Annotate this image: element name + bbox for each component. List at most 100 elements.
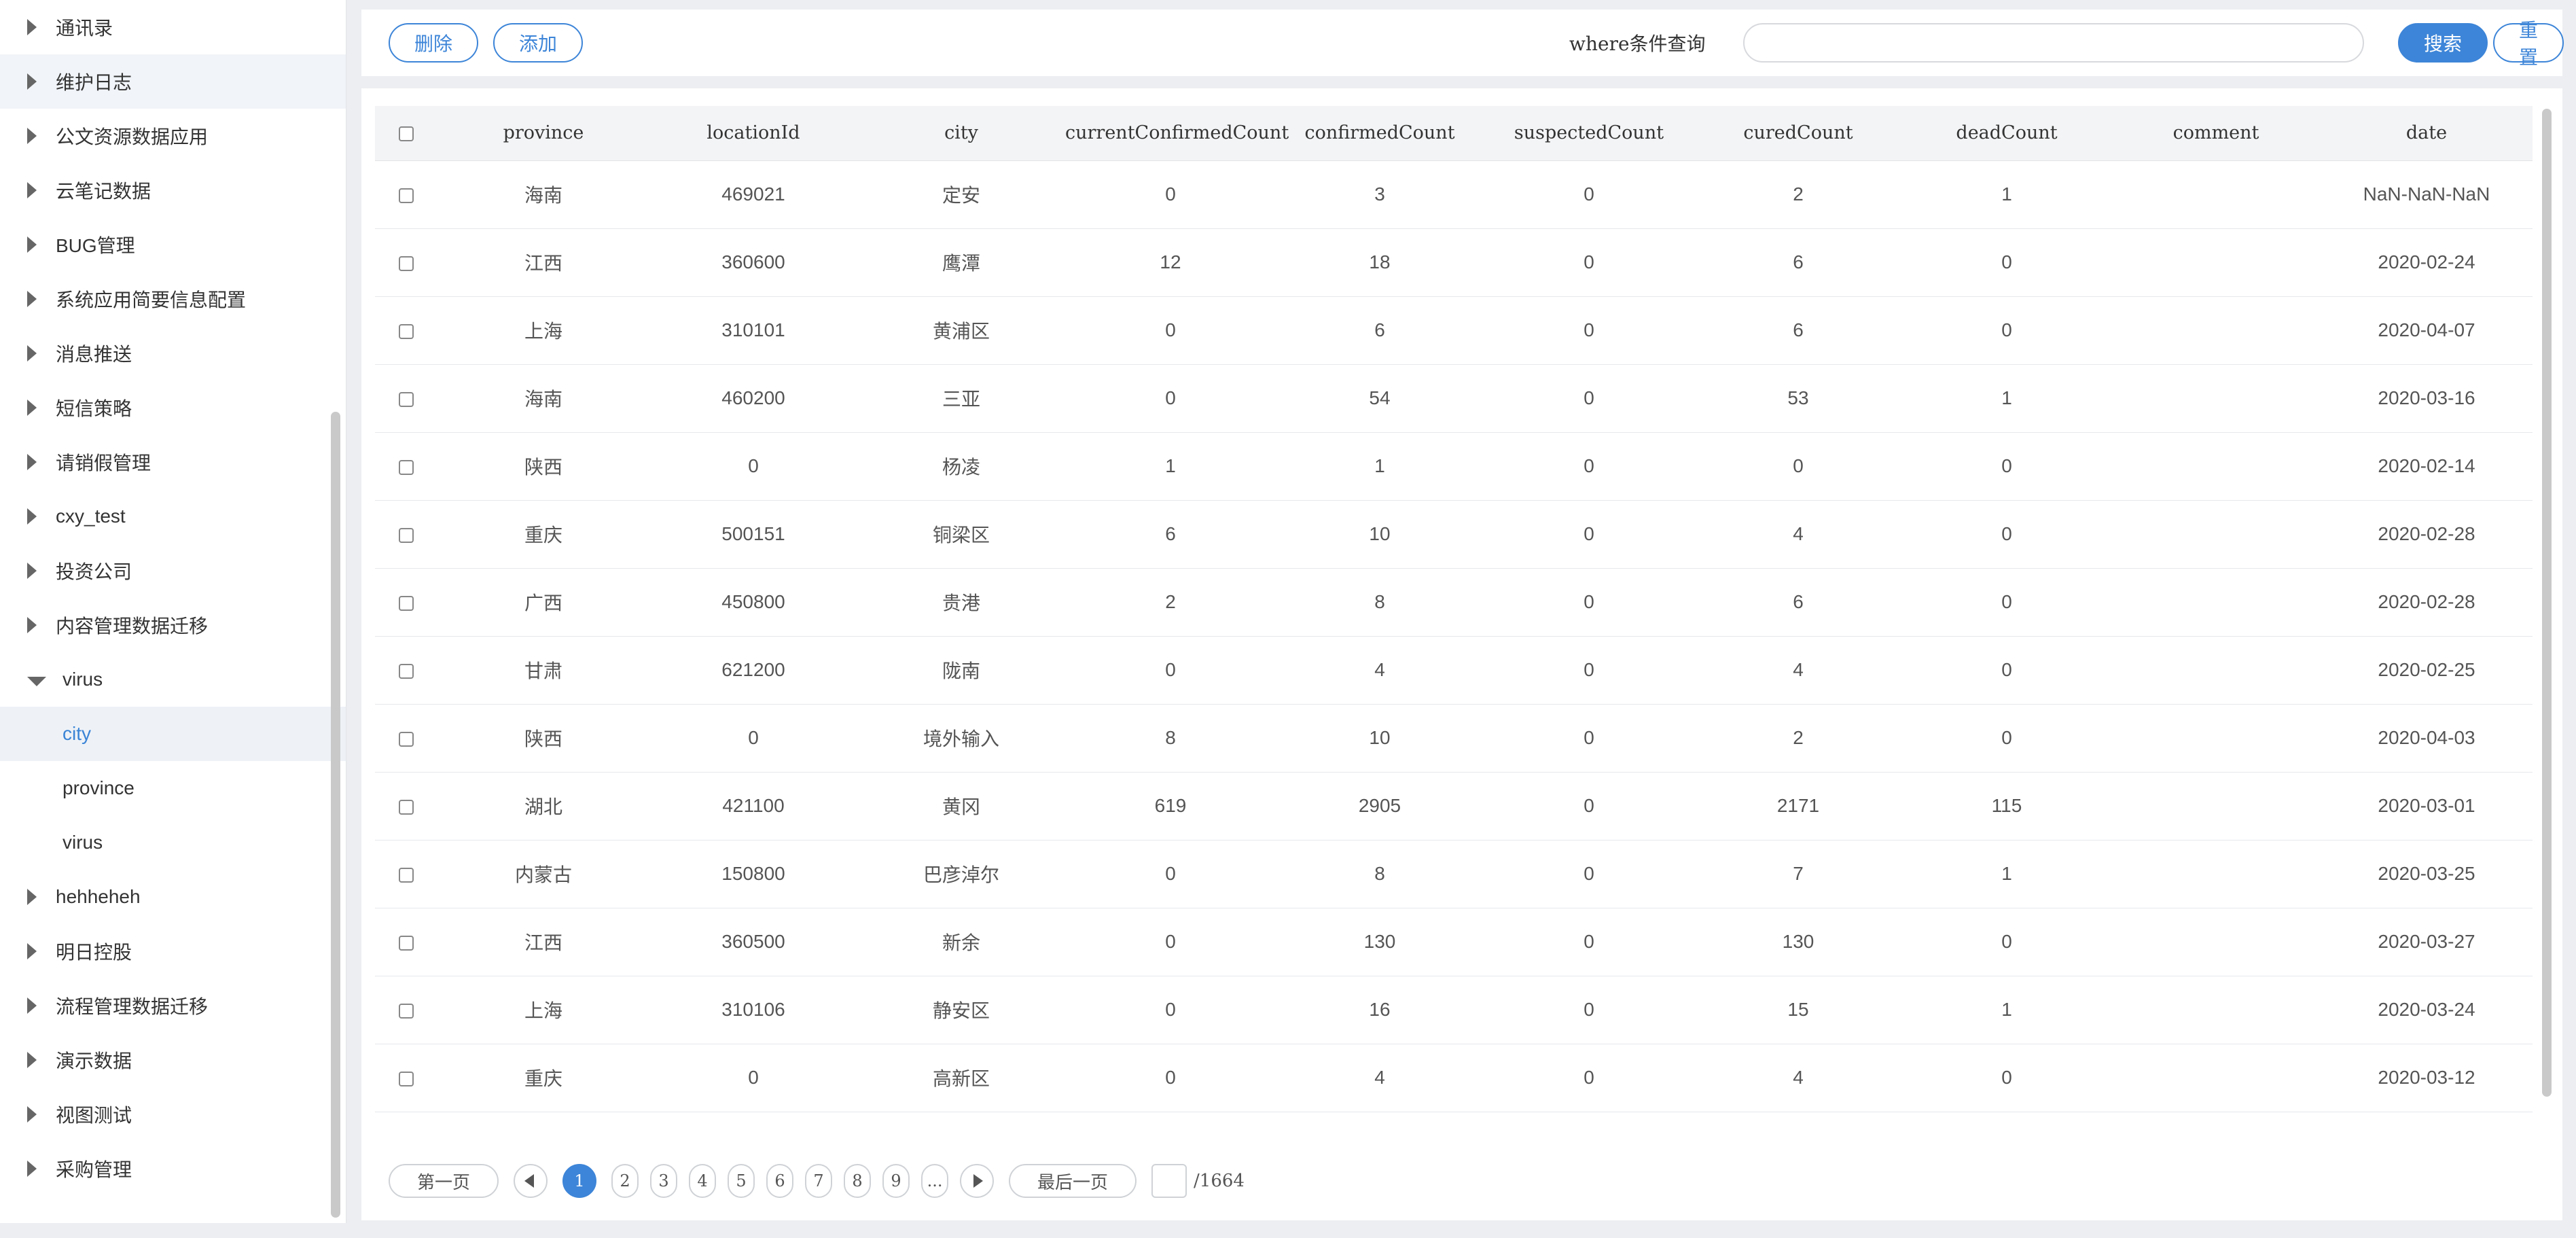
- table-row[interactable]: [375, 1112, 2533, 1137]
- table-row[interactable]: 内蒙古 150800 巴彦淖尔 0 8 0 7 1 2020-03-25: [375, 840, 2533, 908]
- row-checkbox[interactable]: [399, 391, 414, 407]
- caret-right-icon[interactable]: [27, 997, 37, 1014]
- sidebar-item[interactable]: 投资公司: [0, 544, 346, 598]
- caret-right-icon[interactable]: [27, 400, 37, 416]
- table-row[interactable]: 湖北 421100 黄冈 619 2905 0 2171 115 2020-03-01: [375, 772, 2533, 841]
- sidebar-item[interactable]: 流程管理数据迁移: [0, 978, 346, 1033]
- table-row[interactable]: 广西 450800 贵港 2 8 0 6 0 2020-02-28: [375, 568, 2533, 637]
- prev-page-button[interactable]: [514, 1164, 548, 1198]
- sidebar-item[interactable]: 通讯录: [0, 0, 346, 54]
- row-checkbox[interactable]: [399, 799, 414, 815]
- row-checkbox[interactable]: [399, 867, 414, 883]
- table-row[interactable]: 重庆 500151 铜梁区 6 10 0 4 0 2020-02-28: [375, 500, 2533, 569]
- table-row[interactable]: 上海 310101 黄浦区 0 6 0 6 0 2020-04-07: [375, 296, 2533, 365]
- reset-button[interactable]: 重置: [2493, 19, 2564, 69]
- row-checkbox[interactable]: [399, 255, 414, 271]
- caret-right-icon[interactable]: [27, 454, 37, 470]
- row-checkbox[interactable]: [399, 1071, 414, 1086]
- add-button[interactable]: 添加: [493, 23, 584, 63]
- row-checkbox[interactable]: [399, 527, 414, 543]
- row-checkbox[interactable]: [399, 188, 414, 203]
- table-row[interactable]: 上海 310106 静安区 0 16 0 15 1 2020-03-24: [375, 976, 2533, 1044]
- sidebar-item[interactable]: virus: [0, 652, 346, 707]
- caret-right-icon[interactable]: [27, 1161, 37, 1177]
- delete-button[interactable]: 删除: [389, 23, 479, 63]
- next-page-button[interactable]: [960, 1164, 995, 1198]
- column-header[interactable]: city: [857, 106, 1065, 161]
- sidebar-scrollbar[interactable]: [331, 412, 340, 1218]
- page-number-button[interactable]: 6: [766, 1164, 794, 1198]
- sidebar-item[interactable]: 短信策略: [0, 381, 346, 435]
- page-number-button[interactable]: 1: [562, 1164, 597, 1198]
- row-checkbox[interactable]: [399, 663, 414, 679]
- sidebar-child-item[interactable]: virus: [0, 815, 346, 870]
- row-checkbox[interactable]: [399, 935, 414, 951]
- table-scroll-area[interactable]: province locationId city currentConfirmedCo…: [375, 106, 2533, 1137]
- column-header[interactable]: curedCount: [1694, 106, 1902, 161]
- column-header[interactable]: province: [437, 106, 649, 161]
- first-page-button[interactable]: 第一页: [389, 1164, 499, 1198]
- sidebar-item[interactable]: 公文资源数据应用: [0, 109, 346, 163]
- table-row[interactable]: 甘肃 621200 陇南 0 4 0 4 0 2020-02-25: [375, 636, 2533, 705]
- caret-right-icon[interactable]: [27, 128, 37, 144]
- search-button[interactable]: 搜索: [2398, 23, 2488, 63]
- row-checkbox[interactable]: [399, 731, 414, 747]
- sidebar-item[interactable]: 维护日志: [0, 54, 346, 109]
- caret-right-icon[interactable]: [27, 19, 37, 35]
- row-checkbox[interactable]: [399, 323, 414, 339]
- table-row[interactable]: 江西 360600 鹰潭 12 18 0 6 0 2020-02-24: [375, 228, 2533, 297]
- page-number-button[interactable]: 9: [882, 1164, 910, 1198]
- page-ellipsis[interactable]: ...: [921, 1164, 949, 1198]
- where-query-input[interactable]: [1743, 23, 2364, 63]
- sidebar-item[interactable]: 云笔记数据: [0, 163, 346, 217]
- sidebar-item[interactable]: 演示数据: [0, 1033, 346, 1087]
- table-row[interactable]: 重庆 0 高新区 0 4 0 4 0 2020-03-12: [375, 1044, 2533, 1112]
- caret-right-icon[interactable]: [27, 236, 37, 253]
- sidebar-item[interactable]: 明日控股: [0, 924, 346, 978]
- column-header[interactable]: currentConfirmedCount: [1065, 106, 1289, 161]
- sidebar-item[interactable]: 请销假管理: [0, 435, 346, 489]
- table-scrollbar[interactable]: [2542, 109, 2552, 1097]
- sidebar-child-item[interactable]: province: [0, 761, 346, 815]
- page-number-button[interactable]: 7: [805, 1164, 833, 1198]
- select-all-checkbox[interactable]: [399, 126, 414, 141]
- caret-right-icon[interactable]: [27, 617, 37, 633]
- sidebar-item[interactable]: 采购管理: [0, 1142, 346, 1196]
- sidebar-item[interactable]: BUG管理: [0, 217, 346, 272]
- sidebar-item[interactable]: cxy_test: [0, 489, 346, 544]
- column-header[interactable]: comment: [2111, 106, 2321, 161]
- page-number-button[interactable]: 2: [611, 1164, 639, 1198]
- column-header[interactable]: locationId: [649, 106, 857, 161]
- row-checkbox[interactable]: [399, 1003, 414, 1019]
- sidebar-item[interactable]: 视图测试: [0, 1087, 346, 1142]
- caret-right-icon[interactable]: [27, 1106, 37, 1122]
- row-checkbox[interactable]: [399, 595, 414, 611]
- table-row[interactable]: 江西 360500 新余 0 130 0 130 0 2020-03-27: [375, 908, 2533, 976]
- column-header[interactable]: deadCount: [1902, 106, 2111, 161]
- table-row[interactable]: 陕西 0 境外输入 8 10 0 2 0 2020-04-03: [375, 704, 2533, 773]
- caret-right-icon[interactable]: [27, 345, 37, 361]
- sidebar-item[interactable]: 系统应用简要信息配置: [0, 272, 346, 326]
- caret-right-icon[interactable]: [27, 943, 37, 959]
- row-checkbox[interactable]: [399, 459, 414, 475]
- table-row[interactable]: 陕西 0 杨凌 1 1 0 0 0 2020-02-14: [375, 432, 2533, 501]
- column-header[interactable]: date: [2321, 106, 2533, 161]
- table-row[interactable]: 海南 460200 三亚 0 54 0 53 1 2020-03-16: [375, 364, 2533, 433]
- caret-right-icon[interactable]: [27, 889, 37, 905]
- sidebar-child-item[interactable]: city: [0, 707, 346, 761]
- last-page-button[interactable]: 最后一页: [1009, 1164, 1137, 1198]
- caret-right-icon[interactable]: [27, 182, 37, 198]
- page-number-button[interactable]: 4: [689, 1164, 717, 1198]
- sidebar-item[interactable]: 内容管理数据迁移: [0, 598, 346, 652]
- column-header[interactable]: confirmedCount: [1276, 106, 1484, 161]
- caret-right-icon[interactable]: [27, 508, 37, 525]
- sidebar-item[interactable]: 消息推送: [0, 326, 346, 381]
- table-row[interactable]: 海南 469021 定安 0 3 0 2 1 NaN-NaN-NaN: [375, 160, 2533, 229]
- caret-right-icon[interactable]: [27, 73, 37, 90]
- page-number-button[interactable]: 3: [650, 1164, 678, 1198]
- caret-down-icon[interactable]: [27, 677, 46, 686]
- caret-right-icon[interactable]: [27, 1052, 37, 1068]
- page-number-button[interactable]: 8: [844, 1164, 872, 1198]
- page-number-button[interactable]: 5: [728, 1164, 755, 1198]
- sidebar-item[interactable]: hehheheh: [0, 870, 346, 924]
